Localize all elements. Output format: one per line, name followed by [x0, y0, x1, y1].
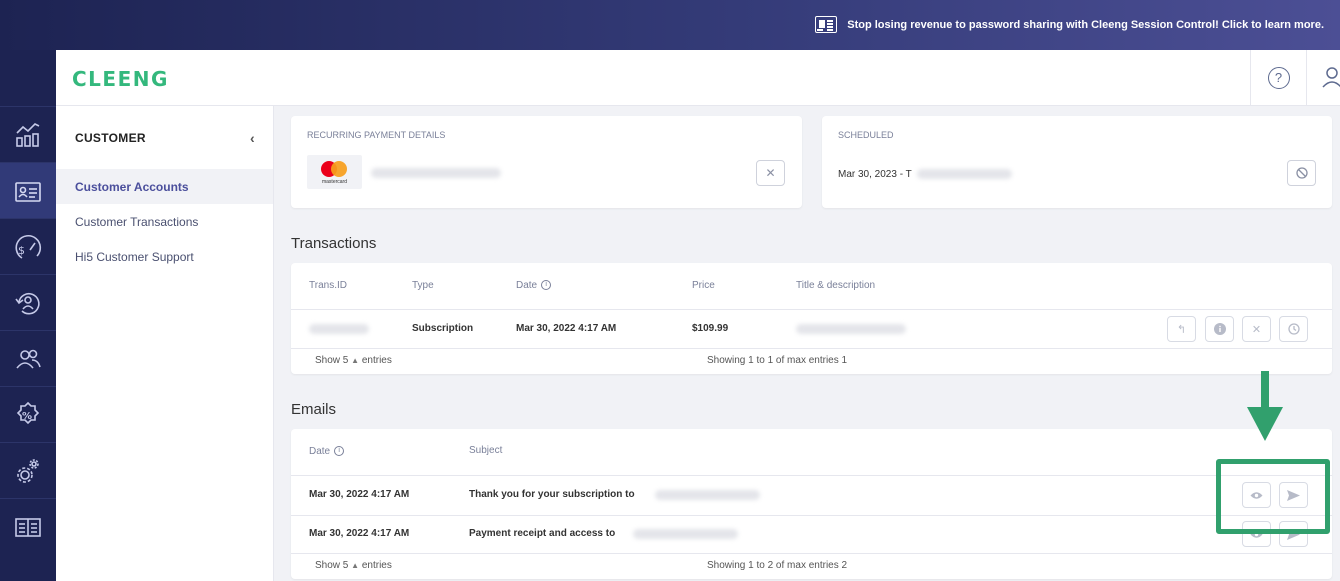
col-title-description[interactable]: Title & description	[796, 280, 875, 291]
speedometer-dollar-icon: $	[15, 234, 42, 259]
user-menu-button[interactable]	[1306, 50, 1340, 106]
svg-text:%: %	[22, 411, 32, 422]
cancel-scheduled-button[interactable]	[1287, 160, 1316, 186]
mastercard-logo: mastercard	[307, 155, 362, 189]
email-date: Mar 30, 2022 4:17 AM	[309, 489, 410, 500]
remove-payment-button[interactable]: ✕	[756, 160, 785, 186]
nav-users[interactable]	[0, 330, 56, 386]
subnav-item-customer-accounts[interactable]: Customer Accounts	[56, 169, 273, 204]
nav-settings[interactable]	[0, 442, 56, 498]
nav-revenue[interactable]: $	[0, 218, 56, 274]
discount-badge-icon: %	[16, 401, 40, 424]
banner-text[interactable]: Stop losing revenue to password sharing …	[847, 19, 1324, 31]
trans-date: Mar 30, 2022 4:17 AM	[516, 323, 617, 334]
block-icon	[1295, 167, 1308, 179]
help-icon: ?	[1267, 67, 1290, 89]
analytics-icon	[16, 122, 40, 147]
redacted-trans-id	[309, 324, 369, 334]
redacted-trans-title	[796, 324, 906, 334]
caret-up-icon: ▲	[351, 356, 360, 365]
redacted-scheduled-info	[917, 169, 1012, 179]
cleeng-logo[interactable]: CLEENG	[72, 67, 169, 91]
nav-offers[interactable]: %	[0, 386, 56, 442]
banner-message[interactable]: Stop losing revenue to password sharing …	[815, 16, 1324, 33]
email-subject: Payment receipt and access to	[469, 528, 616, 539]
close-icon: ✕	[1251, 323, 1262, 336]
nav-customers[interactable]	[0, 162, 56, 218]
email-date: Mar 30, 2022 4:17 AM	[309, 528, 410, 539]
history-button[interactable]	[1279, 316, 1308, 342]
transactions-title: Transactions	[291, 235, 377, 252]
nav-docs[interactable]	[0, 498, 56, 554]
transactions-table: Trans.ID Type Date i Price Title & descri…	[291, 263, 1332, 374]
email-subject: Thank you for your subscription to	[469, 489, 635, 500]
caret-up-icon: ▲	[351, 561, 360, 570]
nav-analytics[interactable]	[0, 106, 56, 162]
redacted-card-number	[371, 168, 501, 178]
promo-banner[interactable]: Stop losing revenue to password sharing …	[0, 0, 1340, 50]
user-icon	[1322, 67, 1340, 88]
scheduled-date: Mar 30, 2023 - T	[838, 169, 912, 180]
emails-title: Emails	[291, 401, 337, 418]
top-header: CLEENG ?	[56, 50, 1340, 106]
trans-type: Subscription	[412, 323, 474, 334]
collapse-chevron-icon[interactable]: ‹	[250, 130, 255, 146]
newspaper-icon	[815, 16, 838, 33]
redacted-email-subject	[655, 490, 760, 500]
annotation-arrow-icon	[1247, 371, 1283, 441]
emails-pagination-info: Showing 1 to 2 of max entries 2	[707, 560, 848, 571]
main-nav-rail: $ %	[0, 50, 56, 581]
scheduled-label: SCHEDULED	[838, 130, 894, 140]
close-icon: ✕	[765, 166, 776, 180]
recurring-payment-card: RECURRING PAYMENT DETAILS mastercard ✕	[291, 116, 802, 208]
book-icon	[15, 517, 41, 537]
subnav-item-customer-transactions[interactable]: Customer Transactions	[56, 204, 273, 239]
help-button[interactable]: ?	[1250, 50, 1306, 106]
info-icon[interactable]: i	[334, 446, 345, 457]
col-type[interactable]: Type	[412, 280, 434, 291]
nav-retention[interactable]	[0, 274, 56, 330]
annotation-highlight-box	[1216, 459, 1330, 534]
subnav-item-hi5-support[interactable]: Hi5 Customer Support	[56, 239, 273, 274]
recurring-payment-label: RECURRING PAYMENT DETAILS	[307, 130, 446, 140]
info-icon[interactable]: i	[541, 280, 552, 291]
gears-icon	[17, 458, 39, 483]
col-date[interactable]: Date i	[516, 280, 552, 291]
page-size-selector[interactable]: Show 5 ▲ entries	[315, 560, 392, 571]
cancel-transaction-button[interactable]: ✕	[1242, 316, 1271, 342]
clock-icon	[1287, 323, 1300, 335]
svg-text:$: $	[18, 244, 25, 257]
col-email-date[interactable]: Date i	[309, 446, 345, 457]
emails-table: Date i Subject Mar 30, 2022 4:17 AM Thank…	[291, 429, 1332, 579]
scheduled-card: SCHEDULED Mar 30, 2023 - T	[822, 116, 1332, 208]
users-icon	[16, 349, 41, 369]
col-price[interactable]: Price	[692, 280, 715, 291]
retention-icon	[15, 292, 40, 315]
transactions-pagination-info: Showing 1 to 1 of max entries 1	[707, 355, 848, 366]
info-button[interactable]	[1205, 316, 1234, 342]
redacted-email-subject	[633, 529, 738, 539]
id-card-icon	[15, 181, 41, 202]
subnav-title: CUSTOMER	[75, 130, 146, 145]
subnav-header: CUSTOMER ‹	[56, 106, 273, 169]
reply-arrow-icon: ↰	[1176, 323, 1187, 336]
info-circle-icon	[1213, 323, 1226, 335]
page-size-selector[interactable]: Show 5 ▲ entries	[315, 355, 392, 366]
col-trans-id[interactable]: Trans.ID	[309, 280, 347, 291]
customer-subnav: CUSTOMER ‹ Customer Accounts Customer Tr…	[56, 106, 274, 581]
trans-price: $109.99	[692, 323, 729, 334]
col-subject[interactable]: Subject	[469, 445, 502, 456]
refund-button[interactable]: ↰	[1167, 316, 1196, 342]
